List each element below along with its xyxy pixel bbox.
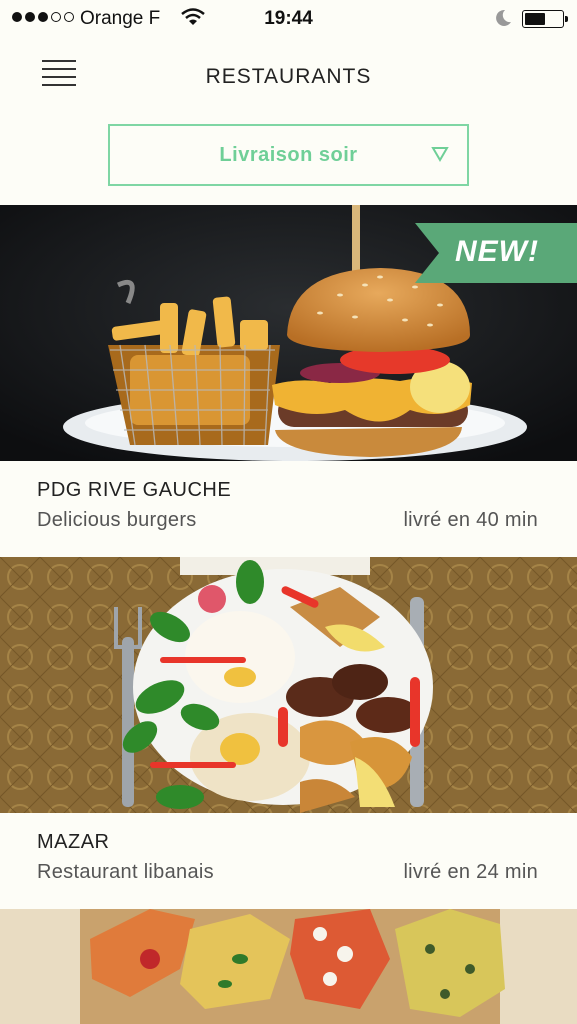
dropdown-selected-value: Livraison soir <box>219 144 358 166</box>
delivery-time: livré en 40 min <box>403 509 538 531</box>
delivery-filter-dropdown[interactable]: Livraison soir <box>108 124 469 186</box>
restaurant-description: Delicious burgers <box>37 509 197 531</box>
new-badge-label: NEW! <box>455 235 539 268</box>
battery-icon <box>522 10 568 28</box>
hamburger-icon <box>42 60 76 62</box>
restaurant-name: PDG RIVE GAUCHE <box>37 479 232 501</box>
battery-fill <box>525 13 545 25</box>
restaurant-info: MAZAR Restaurant libanais livré en 24 mi… <box>0 813 577 909</box>
clock: 19:44 <box>264 8 313 29</box>
restaurant-description: Restaurant libanais <box>37 861 214 883</box>
delivery-time: livré en 24 min <box>403 861 538 883</box>
new-badge: NEW! <box>415 223 577 283</box>
restaurant-photo <box>0 557 577 813</box>
restaurant-photo <box>0 909 577 1024</box>
page-title: RESTAURANTS <box>205 65 372 88</box>
restaurant-name: MAZAR <box>37 831 110 853</box>
do-not-disturb-moon-icon <box>496 9 511 26</box>
restaurant-photo: NEW! <box>0 205 577 461</box>
triangle-down-icon <box>431 147 449 162</box>
restaurant-info: PDG RIVE GAUCHE Delicious burgers livré … <box>0 461 577 557</box>
status-bar: Orange F 19:44 <box>0 0 577 38</box>
